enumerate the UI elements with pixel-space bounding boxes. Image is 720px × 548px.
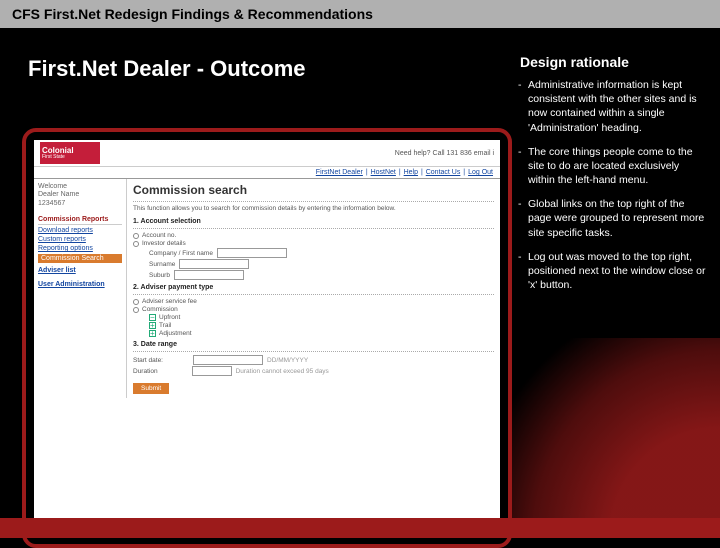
label-upfront: Upfront: [159, 314, 180, 321]
label-servicefee: Adviser service fee: [142, 298, 197, 305]
date-placeholder: DD/MM/YYYY: [267, 357, 308, 364]
form-row: Investor details: [133, 240, 494, 247]
form-row: Duration Duration cannot exceed 95 days: [133, 366, 494, 376]
form-row: Company / First name: [149, 248, 494, 258]
nav-logout[interactable]: Log Out: [468, 169, 493, 176]
sidebar-item[interactable]: Download reports: [38, 227, 122, 234]
step2-title: 2. Adviser payment type: [133, 284, 494, 291]
text-input[interactable]: [174, 270, 244, 280]
checkbox-icon[interactable]: [149, 314, 156, 321]
label-company: Company / First name: [149, 250, 213, 257]
label-trail: Trail: [159, 322, 171, 329]
label-adjustment: Adjustment: [159, 330, 192, 337]
form-row: Suburb: [149, 270, 494, 280]
nav-hostnet[interactable]: HostNet: [371, 169, 396, 176]
sidebar-section-reports: Commission Reports: [38, 216, 122, 225]
sidebar-adviser-list[interactable]: Adviser list: [38, 267, 122, 274]
nav-contact[interactable]: Contact Us: [426, 169, 461, 176]
sidebar-item-active[interactable]: Commission Search: [38, 254, 122, 263]
form-row: Adjustment: [149, 330, 494, 337]
radio-icon[interactable]: [133, 299, 139, 305]
welcome-block: Welcome Dealer Name 1234567: [38, 183, 122, 208]
main-title: First.Net Dealer - Outcome: [28, 56, 306, 82]
footer-band: [0, 518, 720, 538]
label-duration: Duration: [133, 368, 158, 375]
form-row: Start date: DD/MM/YYYY: [133, 355, 494, 365]
radio-icon[interactable]: [133, 233, 139, 239]
duration-input[interactable]: [192, 366, 232, 376]
mock-main: Commission search This function allows y…: [126, 179, 500, 398]
welcome-name: Dealer Name: [38, 191, 122, 199]
label-startdate: Start date:: [133, 357, 163, 364]
mock-screenshot: Colonial First State Need help? Call 131…: [34, 140, 500, 536]
checkbox-icon[interactable]: [149, 330, 156, 337]
nav-help[interactable]: Help: [404, 169, 418, 176]
submit-button[interactable]: Submit: [133, 383, 169, 394]
label-acctno: Account no.: [142, 232, 176, 239]
slide-header: CFS First.Net Redesign Findings & Recomm…: [0, 0, 720, 28]
rationale-title: Design rationale: [516, 54, 706, 70]
form-row: Account no.: [133, 232, 494, 239]
label-suburb: Suburb: [149, 272, 170, 279]
sidebar-user-admin[interactable]: User Administration: [38, 281, 122, 288]
help-text: Need help? Call 131 836 email i: [395, 150, 494, 157]
label-commission: Commission: [142, 306, 178, 313]
welcome-label: Welcome: [38, 183, 122, 191]
screenshot-frame: Colonial First State Need help? Call 131…: [22, 128, 512, 548]
text-input[interactable]: [179, 259, 249, 269]
slide-header-title: CFS First.Net Redesign Findings & Recomm…: [12, 6, 373, 22]
rationale-point: Log out was moved to the top right, posi…: [516, 250, 706, 293]
sidebar-item[interactable]: Reporting options: [38, 245, 122, 252]
label-surname: Surname: [149, 261, 175, 268]
mock-sidebar: Welcome Dealer Name 1234567 Commission R…: [34, 179, 126, 398]
nav-dealer[interactable]: FirstNet Dealer: [316, 169, 363, 176]
rationale-point: Global links on the top right of the pag…: [516, 197, 706, 240]
form-row: Adviser service fee: [133, 298, 494, 305]
radio-icon[interactable]: [133, 307, 139, 313]
form-row: Trail: [149, 322, 494, 329]
form-row: Upfront: [149, 314, 494, 321]
welcome-id: 1234567: [38, 200, 122, 208]
logo-sub: First State: [42, 155, 98, 160]
text-input[interactable]: [217, 248, 287, 258]
mock-body: Welcome Dealer Name 1234567 Commission R…: [34, 179, 500, 398]
rationale-point: The core things people come to the site …: [516, 145, 706, 188]
form-row: Commission: [133, 306, 494, 313]
rationale-panel: Design rationale Administrative informat…: [516, 50, 706, 306]
date-input[interactable]: [193, 355, 263, 365]
form-row: Surname: [149, 259, 494, 269]
label-investor: Investor details: [142, 240, 186, 247]
content-heading: Commission search: [133, 183, 494, 197]
step3-title: 3. Date range: [133, 341, 494, 348]
decorative-curve: [480, 338, 720, 538]
content-desc: This function allows you to search for c…: [133, 205, 494, 212]
rationale-point: Administrative information is kept consi…: [516, 78, 706, 135]
mock-logo: Colonial First State: [40, 142, 100, 164]
duration-note: Duration cannot exceed 95 days: [236, 368, 329, 375]
rationale-list: Administrative information is kept consi…: [516, 78, 706, 292]
sidebar-item[interactable]: Custom reports: [38, 236, 122, 243]
step1-title: 1. Account selection: [133, 218, 494, 225]
mock-topbar: Colonial First State Need help? Call 131…: [34, 140, 500, 167]
checkbox-icon[interactable]: [149, 322, 156, 329]
slide-body: First.Net Dealer - Outcome Colonial Firs…: [0, 28, 720, 538]
mock-nav: FirstNet Dealer | HostNet | Help | Conta…: [34, 167, 500, 179]
radio-icon[interactable]: [133, 241, 139, 247]
